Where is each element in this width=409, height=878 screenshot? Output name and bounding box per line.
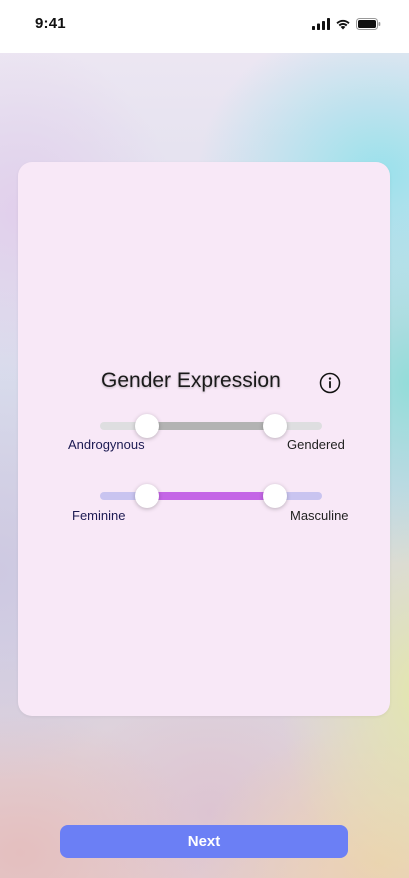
status-icons bbox=[312, 18, 381, 30]
battery-icon bbox=[356, 18, 381, 30]
gender-expression-card: Gender Expression Androgynous Gendered F… bbox=[18, 162, 390, 716]
feminine-masculine-slider[interactable] bbox=[100, 481, 322, 511]
wifi-icon bbox=[336, 19, 350, 30]
status-time: 9:41 bbox=[35, 15, 66, 32]
slider-max-label: Masculine bbox=[290, 508, 349, 523]
slider-thumb-low[interactable] bbox=[134, 484, 159, 508]
slider-min-label: Feminine bbox=[72, 508, 126, 523]
next-button[interactable]: Next bbox=[60, 825, 348, 858]
status-bar: 9:41 bbox=[0, 0, 409, 53]
cellular-signal-icon bbox=[312, 18, 330, 30]
slider-range-fill bbox=[146, 422, 276, 430]
slider-range-fill bbox=[146, 492, 276, 500]
slider-max-label: Gendered bbox=[287, 437, 345, 452]
phone-screen: 9:41 Gender Expression Androgynous Gende… bbox=[0, 0, 409, 878]
slider-thumb-high[interactable] bbox=[263, 484, 288, 508]
info-icon[interactable] bbox=[319, 372, 341, 394]
slider-thumb-low[interactable] bbox=[134, 414, 159, 438]
slider-min-label: Androgynous bbox=[68, 437, 145, 452]
slider-thumb-high[interactable] bbox=[263, 414, 288, 438]
card-title: Gender Expression bbox=[101, 369, 281, 392]
